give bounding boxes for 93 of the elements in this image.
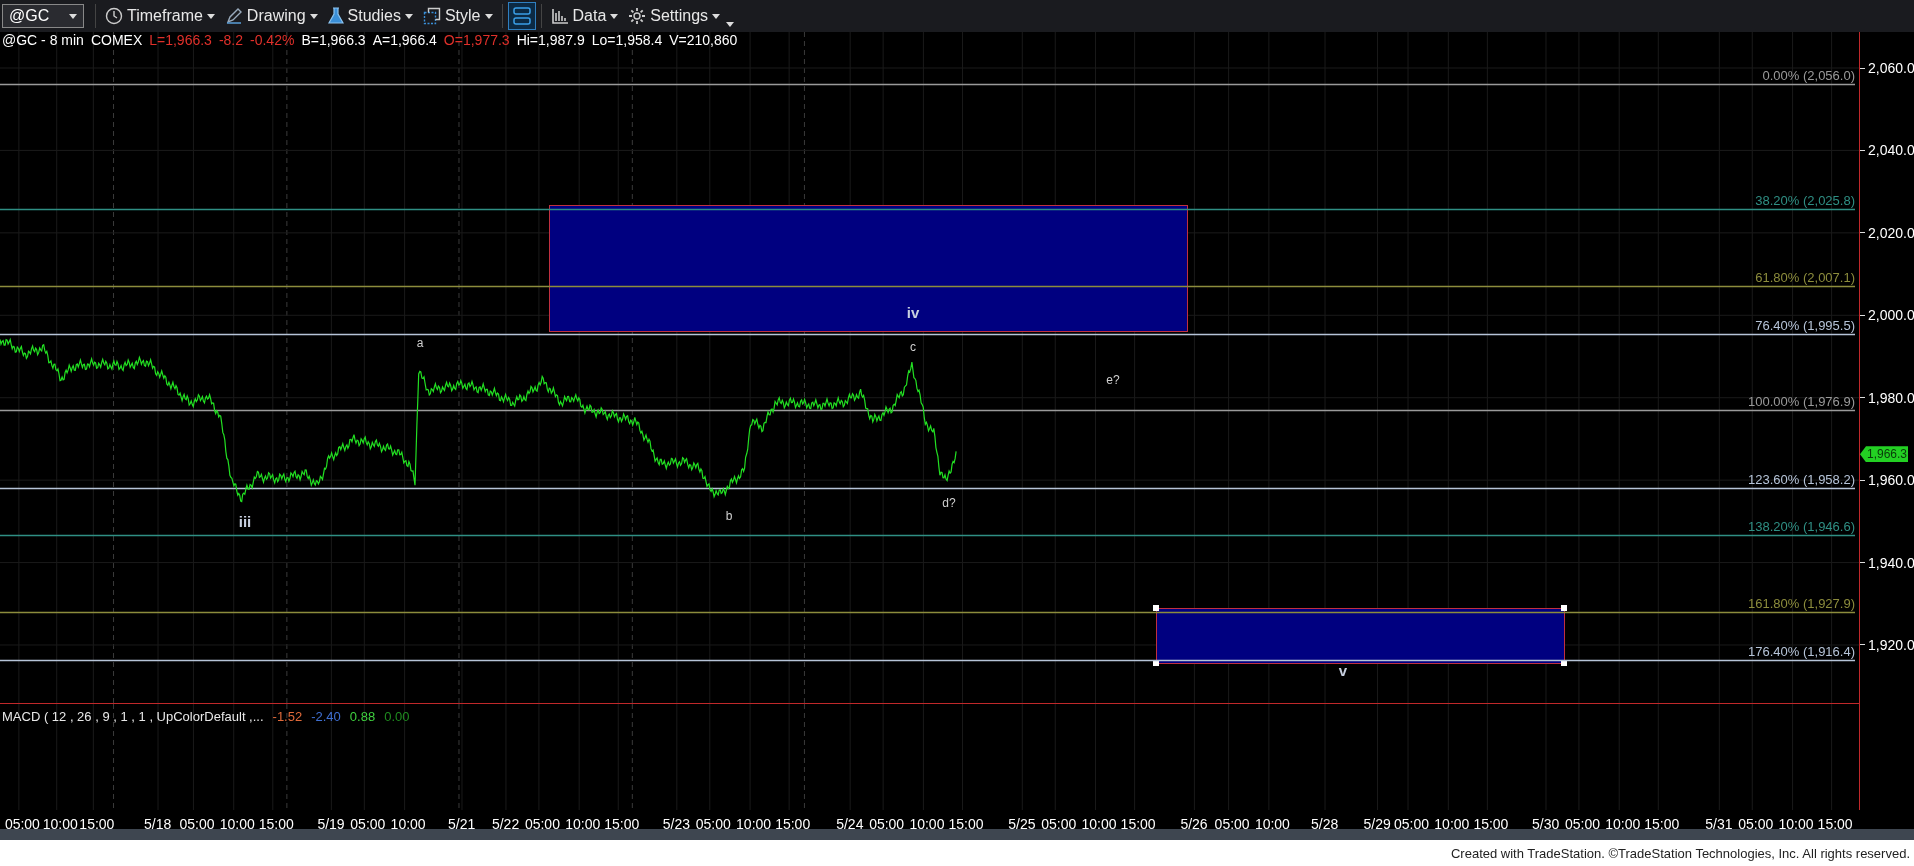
wave-label: a [416,336,424,350]
time-axis-label: 5/23 [662,816,691,832]
toolbar-menu-button[interactable]: Style [418,2,497,30]
wave-label: e? [1106,373,1120,387]
time-axis-label: 10:00 [1434,816,1470,832]
time-axis-label: 15:00 [1473,816,1509,832]
price-axis-label: 1,920.0 [1868,637,1914,653]
time-axis-label: 5/29 [1363,816,1391,832]
time-axis-label: 10:00 [1778,816,1814,832]
quote-field: -0.42% [250,32,295,48]
time-axis-label: 5/31 [1705,816,1733,832]
time-axis-label: 05:00 [179,816,215,832]
indicator-label: MACD ( 12 , 26 , 9 , 1 , 1 , UpColorDefault ,... [2,709,264,724]
time-axis-label: 5/22 [491,816,520,832]
time-axis-label: 15:00 [775,816,811,832]
time-axis-label: 05:00 [1564,816,1600,832]
time-axis-label: 10:00 [1605,816,1641,832]
wave-label: c [910,340,916,354]
quote-field: @GC - 8 min [2,32,84,48]
quote-field: -8.2 [218,32,244,48]
price-axis-label: 1,980.0 [1868,389,1914,406]
time-axis-label: 10:00 [390,816,426,832]
price-axis-label: 2,000.0 [1868,307,1914,324]
toolbar-menu-button[interactable]: Timeframe [101,2,219,30]
time-axis-label: 10:00 [909,816,945,832]
time-axis-label: 5/19 [317,816,345,832]
quote-field: L=1,966.3 [149,32,212,48]
toolbar-menu-button[interactable]: Data [546,2,623,30]
time-axis-label: 10:00 [736,816,772,832]
time-axis-label: 05:00 [524,816,560,832]
quote-field: Lo=1,958.4 [591,32,663,48]
toolbar-menu-button[interactable]: Settings [624,2,725,30]
time-axis-label: 05:00 [4,816,40,832]
wave-label: d? [942,496,956,510]
time-axis-label: 15:00 [79,816,115,832]
time-axis-label: 5/18 [144,816,172,832]
time-axis-label: 05:00 [1738,816,1774,832]
toolbar-menu-button[interactable]: Drawing [220,2,322,30]
time-axis-label: 05:00 [695,816,731,832]
symbol-dropdown[interactable]: @GC [2,4,84,28]
indicator-value: 0.88 [349,709,376,724]
time-axis-label: 5/21 [448,816,476,832]
quote-field: A=1,966.4 [372,32,437,48]
time-axis-label: 10:00 [219,816,255,832]
price-axis-label: 1,940.0 [1868,554,1914,571]
wave-label: b [725,509,733,523]
time-axis-label: 15:00 [1817,816,1853,832]
indicator-value: -1.52 [272,709,303,724]
price-axis-label: 2,020.0 [1868,224,1914,241]
fibonacci-level-label: 38.20% (2,025.8) [1755,193,1855,208]
indicator-value: 0.00 [384,709,410,724]
time-axis-label: 10:00 [565,816,601,832]
last-price-marker: 1,966.3 [1860,446,1909,463]
time-axis-label: 05:00 [1394,816,1430,832]
price-axis-label: 2,040.0 [1868,142,1914,159]
quote-field: Hi=1,987.9 [516,32,585,48]
quote-field: V=210,860 [669,32,738,48]
fibonacci-level-label: 100.00% (1,976.9) [1748,394,1855,409]
price-axis-label: 1,960.0 [1868,472,1914,489]
fibonacci-level-label: 138.20% (1,946.6) [1748,519,1855,534]
time-axis-label: 10:00 [1254,816,1290,832]
fibonacci-level-label: 123.60% (1,958.2) [1748,472,1855,487]
time-axis-label: 5/30 [1531,816,1560,832]
time-axis-label: 05:00 [1041,816,1077,832]
time-axis-label: 15:00 [258,816,294,832]
time-axis-label: 10:00 [1081,816,1117,832]
wave-label: v [1338,661,1348,679]
toolbar-menu-button[interactable]: Studies [323,2,417,30]
time-axis-label: 15:00 [1120,816,1156,832]
fibonacci-level-label: 76.40% (1,995.5) [1755,318,1855,333]
price-axis-label: 2,060.0 [1868,60,1914,76]
wave-label: iv [906,303,920,321]
time-axis-label: 5/25 [1008,816,1036,832]
time-axis-label: 5/26 [1180,816,1208,832]
quote-field: O=1,977.3 [443,32,510,48]
fibonacci-level-label: 0.00% (2,056.0) [1762,68,1855,83]
quote-field: B=1,966.3 [301,32,366,48]
time-axis-label: 05:00 [350,816,386,832]
time-axis-label: 10:00 [42,816,78,832]
time-axis-label: 05:00 [869,816,905,832]
time-axis-label: 5/28 [1311,816,1339,832]
time-axis-label: 15:00 [948,816,984,832]
wave-label: iii [238,512,252,530]
copyright-text: Created with TradeStation. ©TradeStation Technologies, Inc. All rights reserved. [1450,845,1910,861]
time-axis-label: 5/24 [836,816,864,832]
time-axis-label: 15:00 [1644,816,1680,832]
fibonacci-level-label: 161.80% (1,927.9) [1748,596,1855,611]
quote-field: COMEX [90,32,143,48]
fibonacci-level-label: 176.40% (1,916.4) [1748,644,1855,659]
time-axis-label: 05:00 [1214,816,1250,832]
indicator-value: -2.40 [311,709,341,724]
fibonacci-level-label: 61.80% (2,007.1) [1755,270,1855,285]
time-axis-label: 15:00 [604,816,640,832]
